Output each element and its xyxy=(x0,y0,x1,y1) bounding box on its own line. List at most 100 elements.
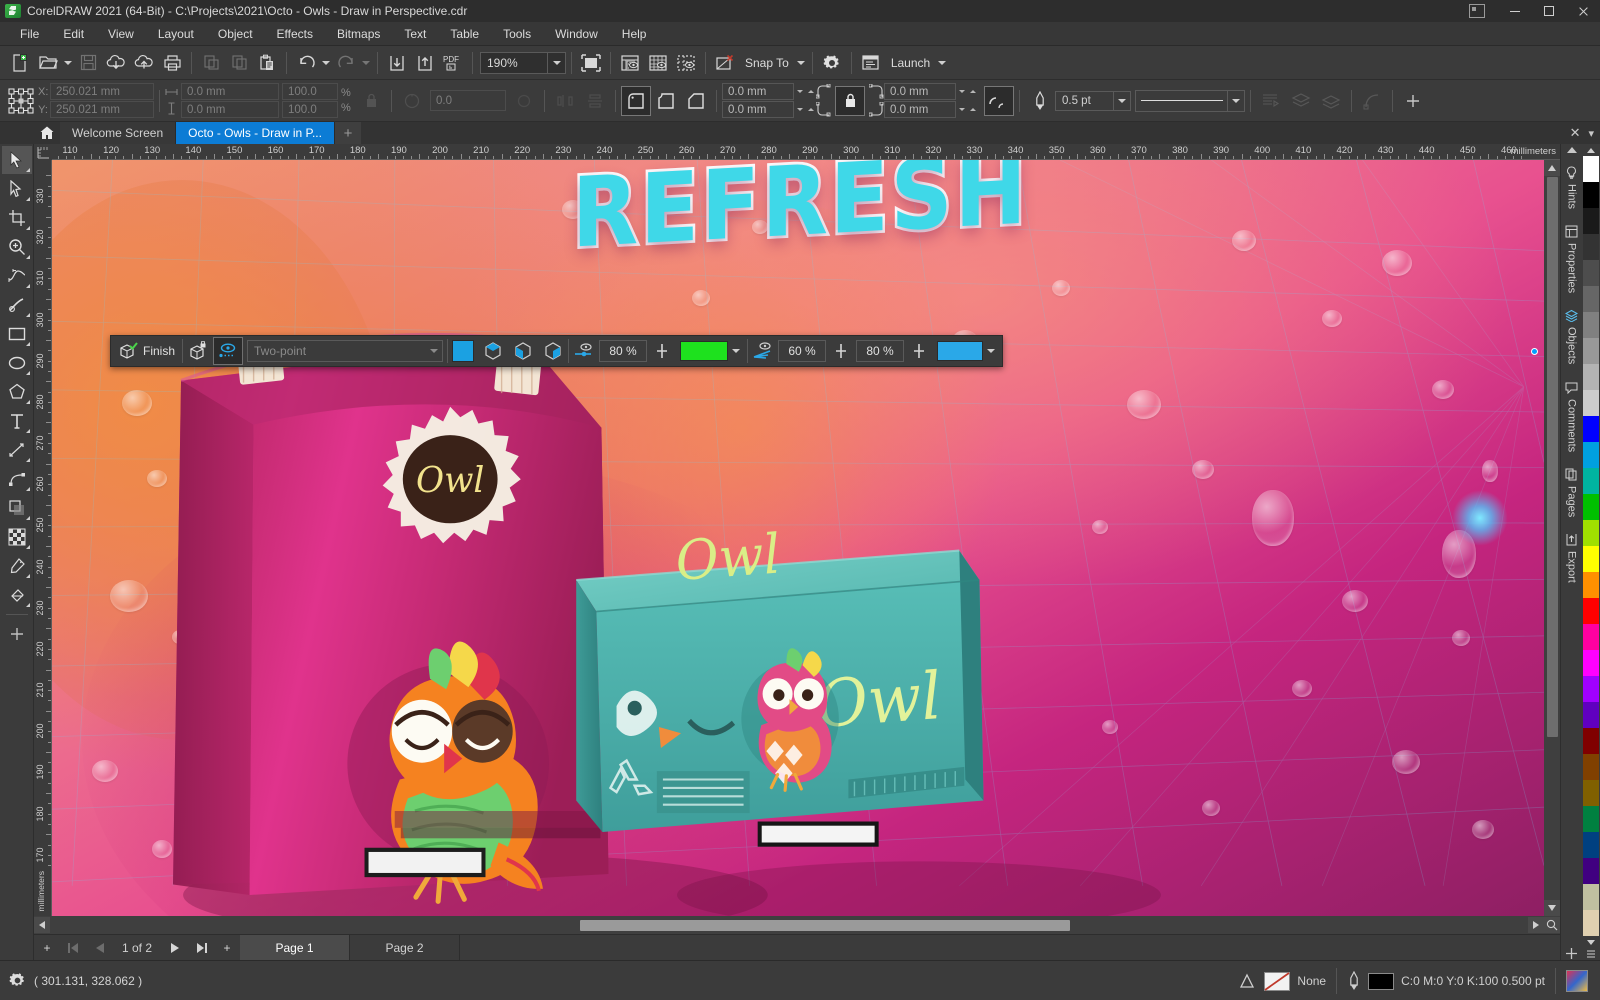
corner-radius-br-input[interactable]: 0.0 mm xyxy=(884,101,956,118)
toolbox-add-icon[interactable] xyxy=(2,620,32,648)
zoom-to-fit-icon[interactable] xyxy=(1544,917,1560,933)
palette-swatch[interactable] xyxy=(1583,806,1599,832)
home-icon[interactable] xyxy=(34,122,60,144)
palette-scroll-down-icon[interactable] xyxy=(1582,936,1600,948)
corner-br-spinner-up[interactable] xyxy=(967,108,978,111)
plane-flat-icon[interactable] xyxy=(448,337,478,365)
scroll-right-icon[interactable] xyxy=(1528,917,1544,933)
palette-swatch[interactable] xyxy=(1583,650,1599,676)
perspective-type-dropdown[interactable]: Two-point xyxy=(247,340,443,362)
save-icon[interactable] xyxy=(74,49,102,77)
dock-tab-pages[interactable]: Pages xyxy=(1565,460,1578,525)
plane-front-icon[interactable] xyxy=(538,337,568,365)
ruler-origin-icon[interactable] xyxy=(34,144,52,160)
menu-text[interactable]: Text xyxy=(392,24,438,44)
vertical-ruler[interactable]: millimeters 3303203103002902802702602502… xyxy=(34,160,52,916)
color-proof-preview[interactable] xyxy=(1566,970,1588,992)
show-perspective-field-icon[interactable] xyxy=(213,337,243,365)
menu-bitmaps[interactable]: Bitmaps xyxy=(325,24,392,44)
launch-icon[interactable] xyxy=(857,49,885,77)
import-icon[interactable] xyxy=(383,49,411,77)
tool-polygon[interactable] xyxy=(2,378,32,406)
menu-table[interactable]: Table xyxy=(438,24,491,44)
add-toolbar-item-icon[interactable] xyxy=(1398,86,1428,116)
dock-tab-properties[interactable]: Properties xyxy=(1565,217,1578,301)
palette-swatch[interactable] xyxy=(1583,520,1599,546)
first-page-icon[interactable] xyxy=(60,936,86,960)
gear-icon[interactable] xyxy=(818,49,846,77)
palette-swatch[interactable] xyxy=(1583,702,1599,728)
palette-swatch[interactable] xyxy=(1583,260,1599,286)
show-grid-icon[interactable] xyxy=(644,49,672,77)
tool-parallel-dimension[interactable] xyxy=(2,436,32,464)
undo-icon[interactable] xyxy=(292,49,320,77)
page-tab-1[interactable]: Page 1 xyxy=(240,935,350,961)
corner-radius-tl-input[interactable]: 0.0 mm xyxy=(722,83,794,100)
perspective-type-dropdown-icon[interactable] xyxy=(430,349,438,353)
menu-view[interactable]: View xyxy=(96,24,146,44)
corner-br-spinner[interactable] xyxy=(956,108,967,111)
chamfer-corner-icon[interactable] xyxy=(681,86,711,116)
last-page-icon[interactable] xyxy=(188,936,214,960)
snap-to-button[interactable]: Snap To xyxy=(739,49,795,77)
launch-button[interactable]: Launch xyxy=(885,49,936,77)
corner-radius-bl-input[interactable]: 0.0 mm xyxy=(722,101,794,118)
full-screen-preview-icon[interactable] xyxy=(577,49,605,77)
export-icon[interactable] xyxy=(411,49,439,77)
scallop-corner-icon[interactable] xyxy=(651,86,681,116)
redo-icon[interactable] xyxy=(332,49,360,77)
menu-object[interactable]: Object xyxy=(206,24,265,44)
clear-transformations-icon[interactable] xyxy=(711,49,739,77)
redo-dropdown-icon[interactable] xyxy=(360,49,372,77)
palette-scroll-up-icon[interactable] xyxy=(1582,144,1600,156)
outline-color-swatch[interactable] xyxy=(1368,973,1394,990)
undo-dropdown-icon[interactable] xyxy=(320,49,332,77)
scale-height-input[interactable]: 100.0 xyxy=(282,101,338,118)
round-corner-icon[interactable] xyxy=(621,86,651,116)
palette-swatch[interactable] xyxy=(1583,832,1599,858)
relative-corner-scaling-icon[interactable] xyxy=(984,86,1014,116)
perspective-opacity-input[interactable]: 80 % xyxy=(599,340,647,362)
launch-dropdown-icon[interactable] xyxy=(936,49,948,77)
tab-document[interactable]: Octo - Owls - Draw in P... xyxy=(176,122,335,144)
mirror-vertical-icon[interactable] xyxy=(580,86,610,116)
palette-swatch-column[interactable] xyxy=(1583,156,1599,936)
lock-ratio-icon[interactable] xyxy=(356,86,386,116)
menu-layout[interactable]: Layout xyxy=(146,24,206,44)
scroll-up-icon[interactable] xyxy=(1544,160,1560,176)
palette-swatch[interactable] xyxy=(1583,728,1599,754)
palette-swatch[interactable] xyxy=(1583,468,1599,494)
to-back-icon[interactable] xyxy=(1316,86,1346,116)
finish-perspective-button[interactable]: Finish xyxy=(111,335,182,367)
cube-lock-icon[interactable] xyxy=(183,337,213,365)
palette-expand-icon[interactable] xyxy=(1582,948,1600,960)
y-position-input[interactable]: 250.021 mm xyxy=(50,101,154,118)
palette-swatch[interactable] xyxy=(1583,182,1599,208)
tool-drop-shadow[interactable] xyxy=(2,494,32,522)
palette-swatch[interactable] xyxy=(1583,338,1599,364)
menu-edit[interactable]: Edit xyxy=(51,24,96,44)
perspective-fade-icon[interactable] xyxy=(748,337,778,365)
corner-tl-spinner[interactable] xyxy=(794,90,805,93)
tool-pick[interactable] xyxy=(2,146,32,174)
plane-side-icon[interactable] xyxy=(508,337,538,365)
tool-freehand[interactable] xyxy=(2,262,32,290)
palette-swatch[interactable] xyxy=(1583,780,1599,806)
tab-welcome-screen[interactable]: Welcome Screen xyxy=(60,122,176,144)
close-tab-icon[interactable]: ✕ xyxy=(1570,125,1581,141)
previous-page-icon[interactable] xyxy=(86,936,112,960)
palette-swatch[interactable] xyxy=(1583,572,1599,598)
palette-swatch[interactable] xyxy=(1583,312,1599,338)
horizontal-scroll-thumb[interactable] xyxy=(580,920,1070,931)
palette-swatch[interactable] xyxy=(1583,286,1599,312)
page-tab-2[interactable]: Page 2 xyxy=(350,935,460,961)
cut-icon[interactable] xyxy=(197,49,225,77)
horizontal-ruler[interactable]: millimeters 1101201301401501601701801902… xyxy=(52,144,1560,160)
scroll-left-icon[interactable] xyxy=(34,917,50,933)
import-cloud-icon[interactable] xyxy=(102,49,130,77)
palette-swatch[interactable] xyxy=(1583,598,1599,624)
tool-crop[interactable] xyxy=(2,204,32,232)
tool-connector[interactable] xyxy=(2,465,32,493)
palette-swatch[interactable] xyxy=(1583,624,1599,650)
zoom-dropdown-icon[interactable] xyxy=(547,53,565,73)
